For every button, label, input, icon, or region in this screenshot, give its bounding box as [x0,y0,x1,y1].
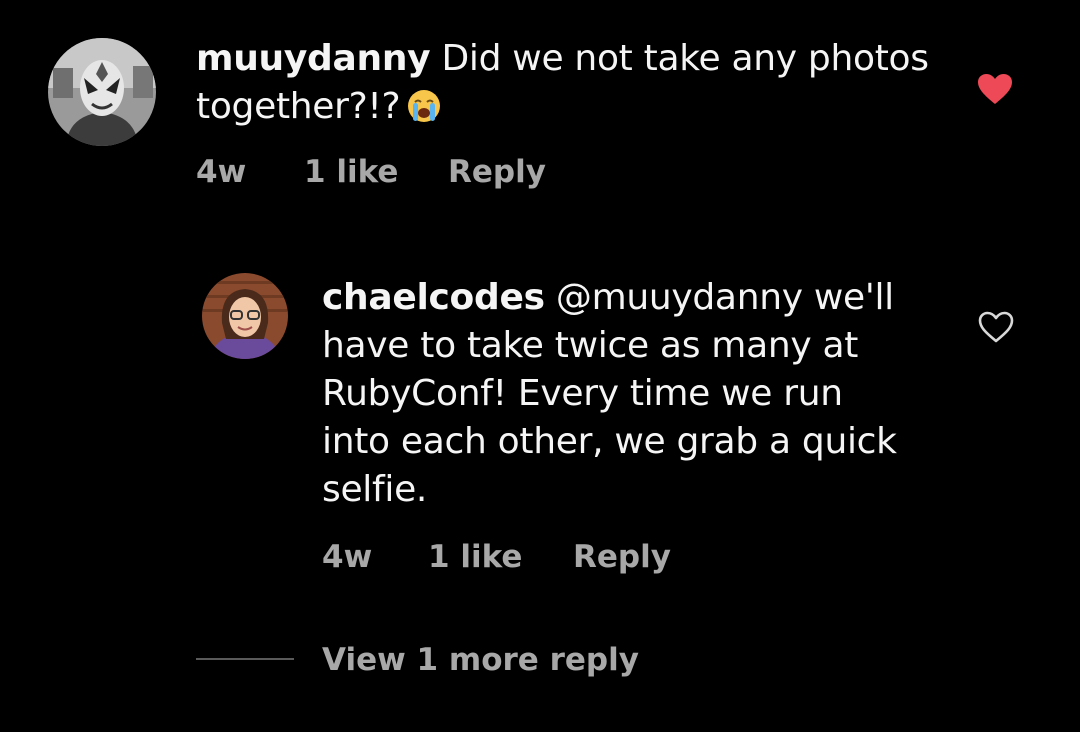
reply-chaelcodes: chaelcodes @muuydanny we'll have to take… [0,260,1080,600]
reply-meta: 4w 1 like Reply [322,539,822,579]
view-more-divider [196,658,294,660]
reply-line-1: chaelcodes @muuydanny we'll [322,274,962,322]
reply-likes[interactable]: 1 like [428,539,522,575]
comment-muuydanny: muuydanny Did we not take any photos tog… [0,0,1080,220]
view-more-replies-button[interactable]: View 1 more reply [322,642,639,678]
reply-username[interactable]: chaelcodes [322,277,545,318]
avatar-chaelcodes[interactable] [202,273,288,359]
comment-username[interactable]: muuydanny [196,38,431,79]
reply-mention[interactable]: @muuydanny [556,277,803,318]
reply-line-2: have to take twice as many at [322,325,859,366]
liked-heart-icon[interactable] [976,72,1014,106]
comment-likes[interactable]: 1 like [304,154,398,190]
reply-time: 4w [322,539,373,575]
heart-outline-icon[interactable] [977,310,1015,344]
comment-text: muuydanny Did we not take any photos tog… [196,35,956,137]
comment-meta: 4w 1 like Reply [196,154,696,194]
reply-reply-button[interactable]: Reply [573,539,671,575]
loudly-crying-face-icon [406,88,442,137]
comment-time: 4w [196,154,247,190]
avatar-muuydanny[interactable] [48,38,156,146]
reply-line-1-rest: we'll [813,277,894,318]
reply-line-5: selfie. [322,469,428,510]
reply-line-4: into each other, we grab a quick [322,421,897,462]
comment-reply-button[interactable]: Reply [448,154,546,190]
reply-line-3: RubyConf! Every time we run [322,373,843,414]
reply-text: chaelcodes @muuydanny we'll have to take… [322,274,962,514]
